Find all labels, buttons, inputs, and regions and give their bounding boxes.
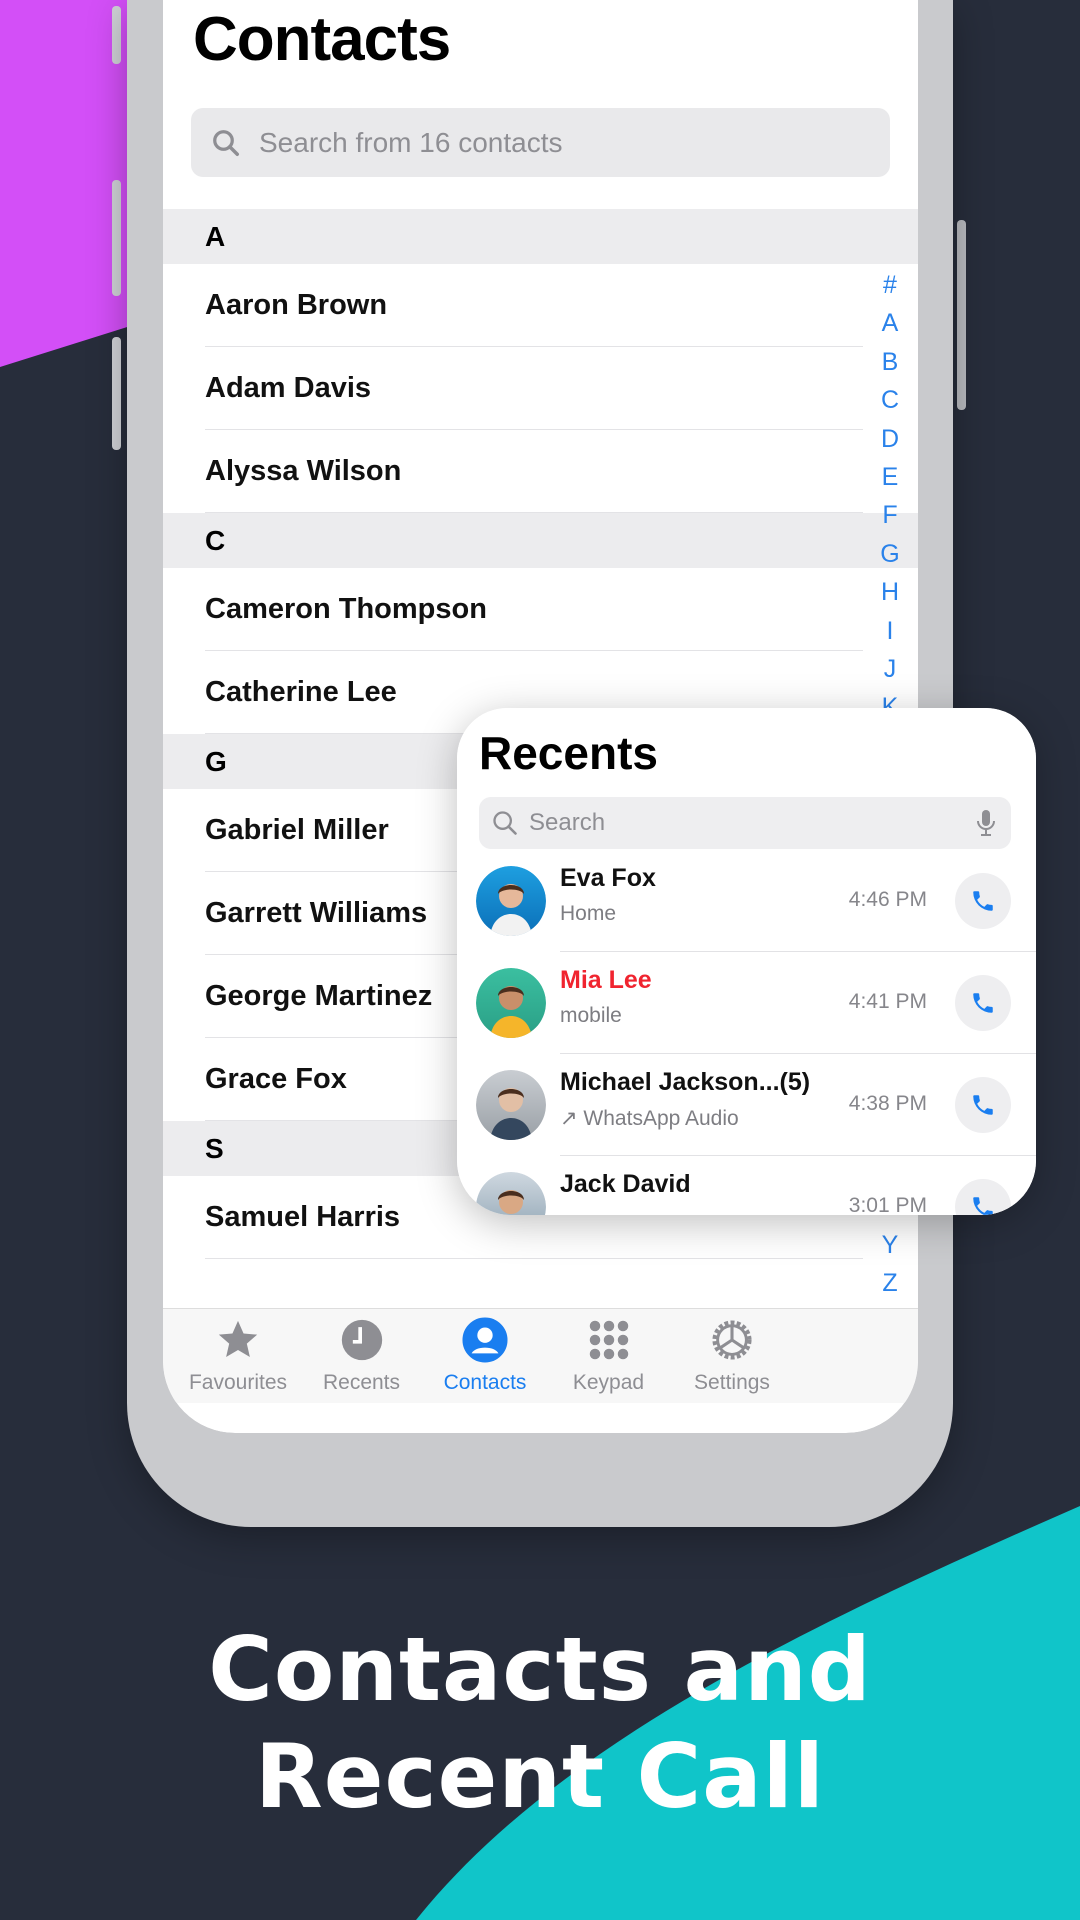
contact-name: Jack David: [560, 1170, 691, 1198]
tab-label: Recents: [322, 1371, 401, 1394]
tab-favourites[interactable]: Favourites: [168, 1309, 308, 1395]
person-circle-icon: [415, 1309, 555, 1371]
index-letter-g[interactable]: G: [875, 535, 905, 573]
tab-bar: Favourites Recents Contacts Keypad Settings: [163, 1308, 918, 1403]
recent-call-row[interactable]: Eva Fox Home 4:46 PM: [457, 850, 1036, 952]
search-icon: [213, 129, 239, 156]
headline-line-2: Recent Call: [255, 1725, 825, 1828]
contact-name: Eva Fox: [560, 864, 656, 892]
tab-settings[interactable]: Settings: [662, 1309, 802, 1395]
section-header-a: A: [163, 209, 918, 264]
contact-row[interactable]: Aaron Brown: [163, 264, 863, 347]
call-time: 4:41 PM: [848, 990, 927, 1013]
section-header-c: C: [163, 513, 918, 568]
phone-side-button: [112, 6, 121, 64]
index-letter-d[interactable]: D: [875, 420, 905, 458]
tab-label: Keypad: [572, 1371, 645, 1394]
index-letter-c[interactable]: C: [875, 381, 905, 419]
call-time: 4:46 PM: [848, 888, 927, 911]
call-time: 3:01 PM: [848, 1194, 927, 1217]
contact-row[interactable]: Adam Davis: [163, 347, 863, 430]
call-button[interactable]: [955, 873, 1011, 929]
contact-name: Mia Lee: [560, 966, 652, 994]
contacts-search-input[interactable]: Search from 16 contacts: [191, 108, 890, 177]
gear-icon: [662, 1309, 802, 1371]
call-button[interactable]: [955, 975, 1011, 1031]
tab-label: Contacts: [443, 1371, 527, 1394]
index-letter-b[interactable]: B: [875, 343, 905, 381]
avatar: [476, 866, 546, 936]
phone-icon: [973, 1095, 993, 1115]
tab-recents[interactable]: Recents: [292, 1309, 432, 1395]
tab-label: Settings: [694, 1371, 770, 1394]
tab-keypad[interactable]: Keypad: [539, 1309, 679, 1395]
recents-search-input[interactable]: Search: [479, 797, 1011, 849]
microphone-icon[interactable]: [975, 808, 997, 838]
recents-card: Recents Search Eva Fox Home 4:46 PM Mia Lee…: [457, 708, 1036, 1215]
index-letter-j[interactable]: J: [875, 650, 905, 688]
index-letter-hash[interactable]: #: [875, 266, 905, 304]
tab-contacts[interactable]: Contacts: [415, 1309, 555, 1395]
contact-row[interactable]: Cameron Thompson: [163, 568, 863, 651]
index-letter-f[interactable]: F: [875, 496, 905, 534]
phone-icon: [973, 891, 993, 911]
phone-volume-up-button: [112, 180, 121, 296]
phone-icon: [973, 993, 993, 1013]
call-button[interactable]: [955, 1077, 1011, 1133]
call-type: Home: [560, 902, 617, 925]
clock-icon: [292, 1309, 432, 1371]
index-letter-h[interactable]: H: [875, 573, 905, 611]
avatar: [476, 1070, 546, 1140]
contact-name: Michael Jackson...(5): [560, 1068, 811, 1096]
index-letter-y[interactable]: Y: [875, 1226, 905, 1264]
keypad-icon: [539, 1309, 679, 1371]
headline-line-1: Contacts and: [208, 1618, 872, 1721]
recent-call-row[interactable]: Mia Lee mobile 4:41 PM: [457, 952, 1036, 1054]
contact-row[interactable]: Alyssa Wilson: [163, 430, 863, 513]
call-type: ↗ WhatsApp Audio: [560, 1107, 739, 1130]
phone-power-button: [957, 220, 966, 410]
tab-label: Favourites: [188, 1371, 288, 1394]
index-letter-i[interactable]: I: [875, 612, 905, 650]
search-placeholder: Search: [529, 809, 606, 836]
phone-volume-down-button: [112, 337, 121, 450]
avatar: [476, 968, 546, 1038]
index-letter-e[interactable]: E: [875, 458, 905, 496]
call-time: 4:38 PM: [848, 1092, 927, 1115]
index-letter-a[interactable]: A: [875, 304, 905, 342]
star-icon: [168, 1309, 308, 1371]
page-title: Contacts: [193, 5, 451, 74]
call-type: mobile: [560, 1004, 622, 1027]
search-icon: [493, 811, 517, 835]
recent-call-row[interactable]: Michael Jackson...(5) ↗ WhatsApp Audio 4:3…: [457, 1054, 1036, 1156]
recents-title: Recents: [479, 727, 658, 779]
index-letter-z[interactable]: Z: [875, 1264, 905, 1302]
search-placeholder: Search from 16 contacts: [259, 126, 563, 158]
